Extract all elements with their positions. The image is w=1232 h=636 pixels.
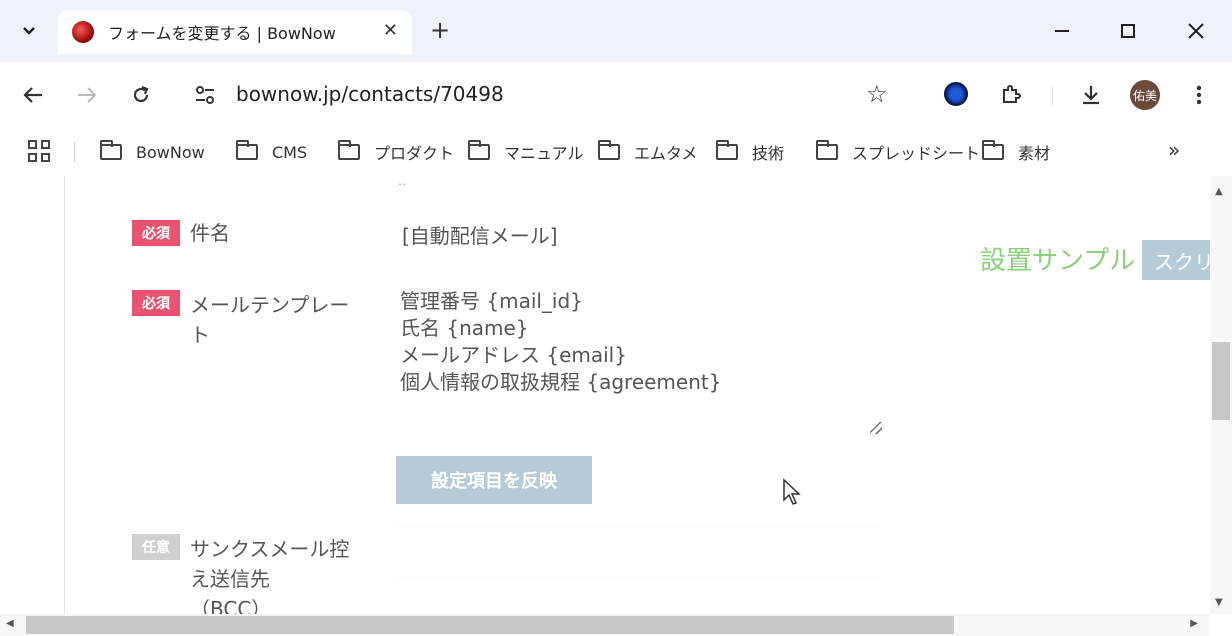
bcc-label-line: サンクスメール控 bbox=[190, 537, 350, 561]
menu-kebab-icon[interactable] bbox=[1182, 78, 1216, 112]
bcc-label-line: （BCC） bbox=[190, 597, 272, 614]
extensions-puzzle-icon[interactable] bbox=[994, 78, 1028, 112]
bookmark-folder[interactable]: BowNow bbox=[100, 140, 205, 164]
folder-icon bbox=[468, 140, 490, 160]
url-text: bownow.jp/contacts/70498 bbox=[236, 82, 504, 106]
script-button[interactable]: スクリ bbox=[1142, 240, 1210, 280]
required-badge: 必須 bbox=[132, 290, 180, 316]
new-tab-icon[interactable]: + bbox=[426, 14, 454, 46]
maximize-icon[interactable] bbox=[1108, 14, 1148, 48]
horizontal-scrollbar[interactable]: ◀ ▶ bbox=[0, 614, 1210, 636]
bookmark-folder[interactable]: 素材 bbox=[982, 140, 1050, 164]
profile-avatar[interactable]: 佑美 bbox=[1130, 80, 1160, 110]
bookmark-folder[interactable]: マニュアル bbox=[468, 140, 584, 164]
active-tab[interactable]: フォームを変更する | BowNow ✕ bbox=[58, 10, 412, 54]
tab-strip: フォームを変更する | BowNow ✕ + bbox=[0, 0, 1232, 62]
folder-icon bbox=[236, 140, 258, 160]
horizontal-scroll-thumb[interactable] bbox=[26, 616, 954, 634]
apps-grid-icon[interactable] bbox=[28, 140, 50, 162]
folder-icon bbox=[598, 140, 620, 160]
template-label-line: ト bbox=[190, 323, 210, 347]
bookmarks-bar: BowNow CMS プロダクト マニュアル エムタメ 技術 スプレッドシート … bbox=[0, 128, 1232, 176]
folder-icon bbox=[982, 140, 1004, 160]
optional-badge: 任意 bbox=[132, 534, 180, 560]
toolbar-divider bbox=[1052, 86, 1053, 106]
bookmarks-divider bbox=[74, 142, 75, 162]
tab-close-icon[interactable]: ✕ bbox=[383, 20, 398, 41]
folder-icon bbox=[338, 140, 360, 160]
scroll-up-icon[interactable]: ▲ bbox=[1215, 186, 1223, 197]
address-bar[interactable]: bownow.jp/contacts/70498 ☆ bbox=[182, 72, 922, 118]
bookmark-folder[interactable]: CMS bbox=[236, 140, 307, 164]
bookmark-folder[interactable]: スプレッドシート bbox=[816, 140, 980, 164]
scroll-down-icon[interactable]: ▼ bbox=[1215, 597, 1223, 608]
tab-search-chevron-icon[interactable] bbox=[10, 14, 48, 48]
template-line: 個人情報の取扱規程 {agreement} bbox=[400, 370, 722, 394]
template-label-line: メールテンプレー bbox=[190, 293, 350, 317]
bookmark-folder[interactable]: 技術 bbox=[716, 140, 784, 164]
reload-icon[interactable] bbox=[124, 78, 158, 112]
minimize-icon[interactable] bbox=[1042, 14, 1082, 48]
more-bookmarks-icon[interactable]: » bbox=[1168, 138, 1180, 162]
template-line: 管理番号 {mail_id} bbox=[400, 289, 583, 313]
window-close-icon[interactable] bbox=[1176, 14, 1216, 48]
scroll-left-icon[interactable]: ◀ bbox=[6, 618, 14, 629]
scroll-right-icon[interactable]: ▶ bbox=[1190, 618, 1198, 629]
extension-globe-icon[interactable] bbox=[944, 82, 968, 106]
tab-title: フォームを変更する | BowNow bbox=[108, 24, 336, 43]
clipped-text: ‥ bbox=[398, 176, 407, 188]
template-label: メールテンプレー ト bbox=[190, 290, 349, 350]
forward-arrow-icon[interactable] bbox=[70, 78, 104, 112]
sample-link[interactable]: 設置サンプル bbox=[980, 240, 1135, 277]
template-line: メールアドレス {email} bbox=[400, 343, 627, 367]
bcc-email-input[interactable] bbox=[396, 526, 882, 578]
content-left-border bbox=[64, 176, 65, 614]
required-badge: 必須 bbox=[132, 220, 180, 246]
bcc-label: サンクスメール控 え送信先 （BCC） bbox=[190, 534, 349, 614]
vertical-scrollbar[interactable]: ▲ ▼ bbox=[1210, 176, 1232, 614]
mouse-cursor-icon bbox=[783, 478, 801, 505]
folder-icon bbox=[100, 140, 122, 160]
textarea-resize-handle[interactable] bbox=[870, 422, 882, 434]
page-content: ‥ 必須 件名 [自動配信メール] 必須 メールテンプレー ト 管理番号 {ma… bbox=[0, 176, 1210, 614]
apply-settings-button[interactable]: 設定項目を反映 bbox=[396, 456, 592, 504]
bownow-favicon-icon bbox=[72, 21, 94, 43]
folder-icon bbox=[716, 140, 738, 160]
bookmark-folder[interactable]: エムタメ bbox=[598, 140, 698, 164]
site-settings-icon[interactable] bbox=[194, 84, 216, 106]
subject-input[interactable]: [自動配信メール] bbox=[402, 222, 558, 250]
back-arrow-icon[interactable] bbox=[16, 78, 50, 112]
template-line: 氏名 {name} bbox=[400, 316, 529, 340]
mail-template-textarea[interactable]: 管理番号 {mail_id} 氏名 {name} メールアドレス {email}… bbox=[400, 288, 884, 436]
folder-icon bbox=[816, 140, 838, 160]
bookmark-folder[interactable]: プロダクト bbox=[338, 140, 454, 164]
bookmark-star-icon[interactable]: ☆ bbox=[866, 80, 888, 108]
browser-toolbar: bownow.jp/contacts/70498 ☆ bbox=[0, 62, 1232, 128]
subject-label: 件名 bbox=[190, 221, 230, 245]
bcc-label-line: え送信先 bbox=[190, 567, 270, 591]
vertical-scroll-thumb[interactable] bbox=[1212, 342, 1230, 420]
download-icon[interactable] bbox=[1074, 78, 1108, 112]
